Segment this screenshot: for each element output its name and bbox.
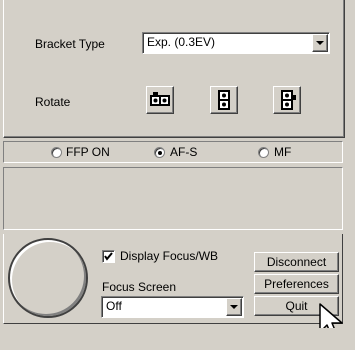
focus-screen-value: Off [106, 299, 122, 313]
radio-mf-label: MF [274, 145, 292, 159]
settings-panel [3, 0, 345, 138]
radio-ffp-on-label: FFP ON [66, 145, 110, 159]
display-focus-wb-label: Display Focus/WB [120, 249, 219, 263]
radio-selected-dot [158, 151, 162, 155]
radio-af-s[interactable] [154, 147, 165, 158]
radio-mf[interactable] [258, 147, 269, 158]
checkmark-icon [104, 252, 113, 261]
window-bottom-edge [0, 328, 355, 350]
radio-af-s-label: AF-S [170, 145, 198, 159]
rotate-left-button[interactable] [146, 86, 174, 114]
rotate-right-button[interactable] [273, 86, 301, 114]
bracket-type-dropdown-button[interactable] [312, 34, 328, 52]
rotate-label: Rotate [35, 95, 71, 109]
bracket-type-value: Exp. (0.3EV) [147, 35, 216, 49]
disconnect-button[interactable]: Disconnect [254, 252, 339, 272]
preferences-button[interactable]: Preferences [254, 274, 339, 294]
focus-screen-select[interactable]: Off [101, 296, 244, 318]
display-focus-wb-checkbox[interactable] [102, 250, 115, 263]
radio-ffp-on[interactable] [51, 147, 62, 158]
camera-control-window: Bracket Type Exp. (0.3EV) Rotate FFP ON … [0, 0, 355, 350]
chevron-down-icon [230, 305, 238, 309]
rotate-vertical-icon [218, 90, 230, 110]
rotate-vertical-button[interactable] [210, 86, 238, 114]
shutter-release-button[interactable] [8, 238, 88, 318]
focus-screen-label: Focus Screen [102, 280, 177, 294]
bracket-type-label: Bracket Type [35, 37, 105, 51]
bracket-type-select[interactable]: Exp. (0.3EV) [142, 32, 330, 54]
rotate-right-icon [281, 90, 296, 110]
focus-screen-dropdown-button[interactable] [226, 298, 242, 316]
rotate-left-icon [150, 92, 170, 106]
info-display-panel [3, 167, 343, 230]
chevron-down-icon [316, 41, 324, 45]
